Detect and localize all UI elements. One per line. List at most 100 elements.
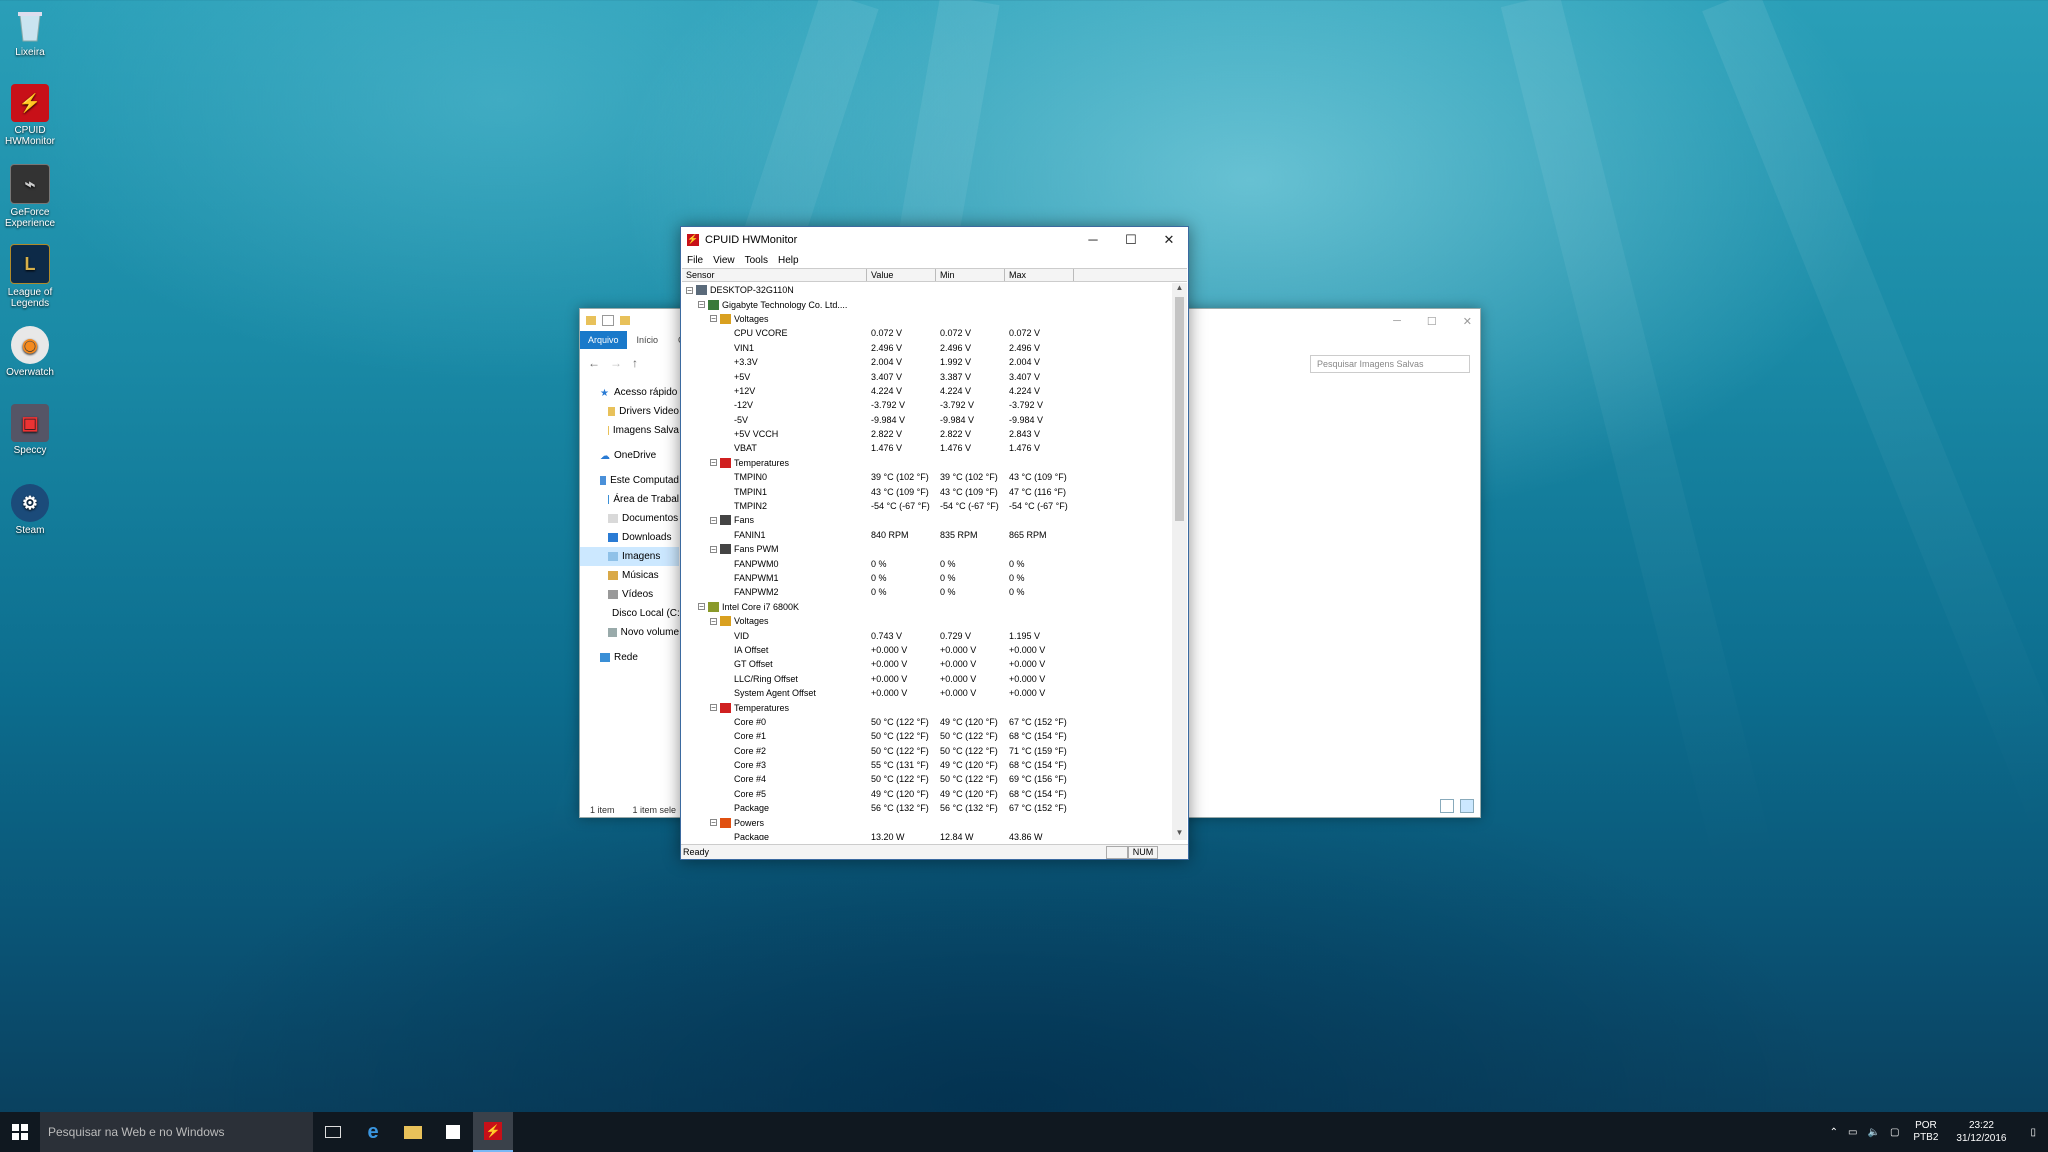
sensor-row[interactable]: Core #1 50 °C (122 °F) 50 °C (122 °F) 68 °C… <box>682 729 1170 743</box>
sensor-row[interactable]: TMPIN1 43 °C (109 °F) 43 °C (109 °F) 47 °C … <box>682 484 1170 498</box>
taskbar-file-explorer[interactable] <box>393 1112 433 1152</box>
new-folder-icon[interactable] <box>620 315 630 325</box>
start-button[interactable] <box>0 1112 40 1152</box>
sensor-row[interactable]: FANPWM2 0 % 0 % 0 % <box>682 585 1170 599</box>
network-icon[interactable]: ▭ <box>1848 1127 1857 1138</box>
taskbar-hwmonitor[interactable]: ⚡ <box>473 1112 513 1152</box>
sensor-row[interactable]: -12V -3.792 V -3.792 V -3.792 V <box>682 398 1170 412</box>
language-indicator[interactable]: POR PTB2 <box>1913 1120 1938 1144</box>
message-icon[interactable]: ▢ <box>1890 1127 1899 1138</box>
sensor-group-row[interactable]: − Gigabyte Technology Co. Ltd.... <box>682 297 1170 311</box>
nav-item-imagens-salvas[interactable]: Imagens Salva <box>580 421 679 440</box>
sensor-row[interactable]: FANPWM1 0 % 0 % 0 % <box>682 571 1170 585</box>
nav-item-drivers-video[interactable]: Drivers Video <box>580 402 679 421</box>
collapse-toggle-icon[interactable]: − <box>698 301 705 309</box>
taskbar-clock[interactable]: 23:22 31/12/2016 <box>1956 1119 2006 1145</box>
sensor-row[interactable]: GT Offset +0.000 V +0.000 V +0.000 V <box>682 657 1170 671</box>
minimize-icon[interactable]: ─ <box>1393 315 1401 328</box>
maximize-icon[interactable]: ☐ <box>1112 227 1150 252</box>
collapse-toggle-icon[interactable]: − <box>710 459 717 467</box>
sensor-row[interactable]: -5V -9.984 V -9.984 V -9.984 V <box>682 413 1170 427</box>
column-header-value[interactable]: Value <box>867 269 936 281</box>
nav-item-quick-access[interactable]: ★ Acesso rápido <box>580 383 679 402</box>
action-center-icon[interactable]: ▯ <box>2030 1127 2036 1138</box>
desktop-icon-recycle-bin[interactable]: Lixeira <box>4 6 56 58</box>
ribbon-tab-home[interactable]: Início <box>627 335 669 345</box>
hwmonitor-window[interactable]: ⚡ CPUID HWMonitor ─ ☐ ✕ File View Tools … <box>680 226 1189 860</box>
menu-file[interactable]: File <box>687 255 703 266</box>
sensor-row[interactable]: Core #2 50 °C (122 °F) 50 °C (122 °F) 71 °C… <box>682 744 1170 758</box>
sensor-row[interactable]: +5V 3.407 V 3.387 V 3.407 V <box>682 369 1170 383</box>
volume-icon[interactable]: 🔈 <box>1868 1127 1880 1138</box>
sensor-tree[interactable]: − DESKTOP-32G110N − Gigabyte Technology Co.… <box>682 283 1170 840</box>
ribbon-tab-file[interactable]: Arquivo <box>580 331 627 349</box>
sensor-group-row[interactable]: − DESKTOP-32G110N <box>682 283 1170 297</box>
nav-item-desktop[interactable]: Área de Trabal <box>580 490 679 509</box>
task-view-button[interactable] <box>313 1112 353 1152</box>
sensor-row[interactable]: TMPIN2 -54 °C (-67 °F) -54 °C (-67 °F) -54 … <box>682 499 1170 513</box>
nav-item-pictures[interactable]: Imagens <box>580 547 679 566</box>
column-header-min[interactable]: Min <box>936 269 1005 281</box>
up-arrow-icon[interactable]: ↑ <box>632 356 638 370</box>
collapse-toggle-icon[interactable]: − <box>710 315 717 323</box>
sensor-row[interactable]: Package 56 °C (132 °F) 56 °C (132 °F) 67 °C… <box>682 801 1170 815</box>
taskbar-edge[interactable]: e <box>353 1112 393 1152</box>
sensor-group-row[interactable]: − Intel Core i7 6800K <box>682 600 1170 614</box>
close-icon[interactable]: ✕ <box>1463 315 1472 328</box>
close-icon[interactable]: ✕ <box>1150 227 1188 252</box>
sensor-row[interactable]: IA Offset +0.000 V +0.000 V +0.000 V <box>682 643 1170 657</box>
nav-item-local-disk[interactable]: Disco Local (C: <box>580 604 679 623</box>
sensor-row[interactable]: VBAT 1.476 V 1.476 V 1.476 V <box>682 441 1170 455</box>
sensor-row[interactable]: Core #0 50 °C (122 °F) 49 °C (120 °F) 67 °C… <box>682 715 1170 729</box>
collapse-toggle-icon[interactable]: − <box>710 704 717 712</box>
sensor-group-row[interactable]: − Voltages <box>682 312 1170 326</box>
sensor-group-row[interactable]: − Temperatures <box>682 456 1170 470</box>
sensor-row[interactable]: System Agent Offset +0.000 V +0.000 V +0.00… <box>682 686 1170 700</box>
explorer-search-input[interactable]: Pesquisar Imagens Salvas <box>1310 355 1470 373</box>
sensor-row[interactable]: Core #5 49 °C (120 °F) 49 °C (120 °F) 68 °C… <box>682 787 1170 801</box>
desktop-icon-league[interactable]: L League of Legends <box>4 244 56 309</box>
desktop-icon-speccy[interactable]: ▣ Speccy <box>4 404 56 456</box>
back-arrow-icon[interactable]: ← <box>588 356 600 370</box>
collapse-toggle-icon[interactable]: − <box>710 617 717 625</box>
minimize-icon[interactable]: ─ <box>1074 227 1112 252</box>
sensor-row[interactable]: +3.3V 2.004 V 1.992 V 2.004 V <box>682 355 1170 369</box>
forward-arrow-icon[interactable]: → <box>610 356 622 370</box>
sensor-group-row[interactable]: − Fans <box>682 513 1170 527</box>
sensor-row[interactable]: +12V 4.224 V 4.224 V 4.224 V <box>682 384 1170 398</box>
taskbar-search-input[interactable]: Pesquisar na Web e no Windows <box>40 1112 313 1152</box>
sensor-row[interactable]: Package 13.20 W 12.84 W 43.86 W <box>682 830 1170 840</box>
sensor-row[interactable]: VIN1 2.496 V 2.496 V 2.496 V <box>682 341 1170 355</box>
sensor-group-row[interactable]: − Temperatures <box>682 700 1170 714</box>
nav-item-network[interactable]: Rede <box>580 648 679 667</box>
desktop-icon-overwatch[interactable]: ◉ Overwatch <box>4 326 56 378</box>
details-view-icon[interactable] <box>1440 799 1454 813</box>
taskbar-store[interactable] <box>433 1112 473 1152</box>
menu-help[interactable]: Help <box>778 255 799 266</box>
nav-item-this-pc[interactable]: Este Computad <box>580 471 679 490</box>
collapse-toggle-icon[interactable]: − <box>698 603 705 611</box>
scrollbar-thumb[interactable] <box>1175 297 1184 521</box>
scroll-down-icon[interactable]: ▼ <box>1172 828 1187 840</box>
sensor-group-row[interactable]: − Voltages <box>682 614 1170 628</box>
desktop-icon-geforce[interactable]: ⌁ GeForce Experience <box>4 164 56 229</box>
collapse-toggle-icon[interactable]: − <box>710 819 717 827</box>
chevron-up-icon[interactable]: ⌃ <box>1830 1127 1838 1138</box>
maximize-icon[interactable]: ☐ <box>1427 315 1437 328</box>
sensor-row[interactable]: FANIN1 840 RPM 835 RPM 865 RPM <box>682 528 1170 542</box>
scroll-up-icon[interactable]: ▲ <box>1172 283 1187 295</box>
sensor-group-row[interactable]: − Powers <box>682 815 1170 829</box>
large-icons-view-icon[interactable] <box>1460 799 1474 813</box>
nav-item-new-volume[interactable]: Novo volume <box>580 623 679 642</box>
desktop-icon-hwmonitor[interactable]: ⚡ CPUID HWMonitor <box>4 84 56 147</box>
sensor-row[interactable]: Core #4 50 °C (122 °F) 50 °C (122 °F) 69 °C… <box>682 772 1170 786</box>
menu-tools[interactable]: Tools <box>745 255 768 266</box>
nav-item-downloads[interactable]: Downloads <box>580 528 679 547</box>
sensor-row[interactable]: FANPWM0 0 % 0 % 0 % <box>682 556 1170 570</box>
desktop-icon-steam[interactable]: ⚙ Steam <box>4 484 56 536</box>
sensor-row[interactable]: TMPIN0 39 °C (102 °F) 39 °C (102 °F) 43 °C … <box>682 470 1170 484</box>
collapse-toggle-icon[interactable]: − <box>686 286 693 294</box>
nav-item-documents[interactable]: Documentos <box>580 509 679 528</box>
sensor-row[interactable]: Core #3 55 °C (131 °F) 49 °C (120 °F) 68 °C… <box>682 758 1170 772</box>
column-header-sensor[interactable]: Sensor <box>682 269 867 281</box>
